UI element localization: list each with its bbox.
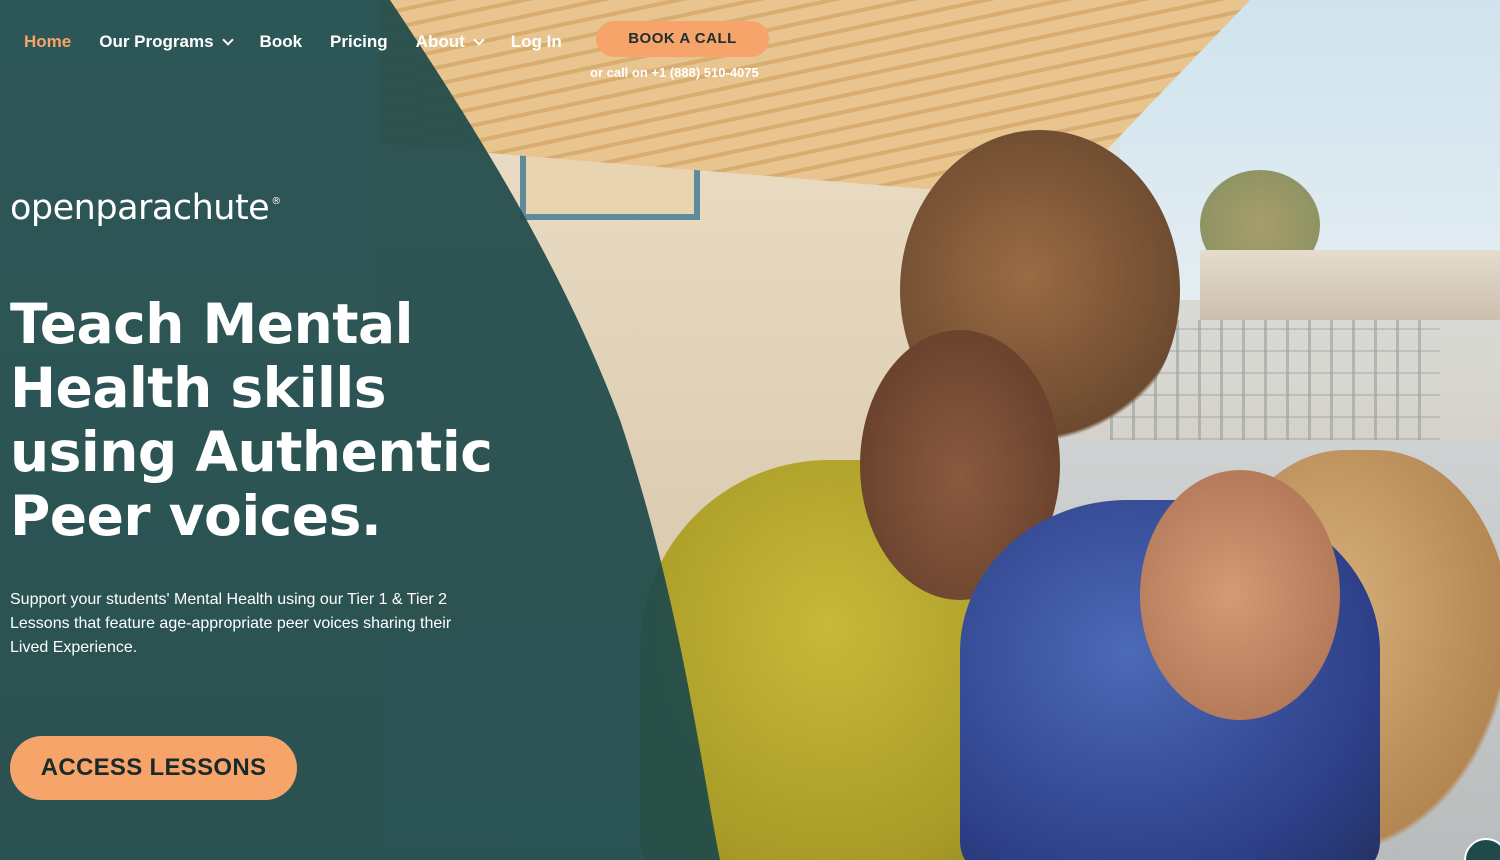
nav-home-label: Home — [24, 32, 72, 51]
nav-pricing[interactable]: Pricing — [330, 32, 388, 52]
nav-pricing-label: Pricing — [330, 32, 388, 51]
hero-headline: Teach Mental Health skills using Authent… — [10, 292, 530, 548]
nav-our-programs-label: Our Programs — [99, 32, 214, 51]
photo-houses — [1200, 250, 1500, 320]
headline-line-2: Health skills — [10, 356, 387, 420]
nav-home[interactable]: Home — [24, 32, 71, 52]
nav-book[interactable]: Book — [260, 32, 303, 52]
chevron-down-icon — [473, 34, 485, 46]
hero-subtext: Support your students' Mental Health usi… — [10, 591, 452, 656]
nav-book-label: Book — [259, 32, 303, 51]
headline-line-3: using Authentic — [10, 420, 493, 484]
registered-mark: ® — [271, 196, 281, 207]
headline-line-1: Teach Mental — [10, 292, 413, 356]
nav-log-in-label: Log In — [510, 32, 562, 51]
openparachute-logo[interactable]: openparachute ® — [10, 188, 281, 228]
headline-line-4: Peer voices. — [10, 484, 382, 548]
access-lessons-button[interactable]: ACCESS LESSONS — [10, 736, 297, 800]
nav-log-in[interactable]: Log In — [511, 32, 562, 52]
logo-text: openparachute — [10, 188, 270, 228]
nav-about[interactable]: About — [415, 32, 485, 52]
photo-face-right — [1140, 470, 1340, 720]
chevron-down-icon — [221, 34, 234, 46]
nav-our-programs[interactable]: Our Programs — [99, 32, 234, 52]
main-nav: Home Our Programs Book Pricing About Log… — [24, 22, 590, 62]
phone-callout[interactable]: or call on +1 (888) 510-4075 — [590, 65, 770, 80]
book-call-group: BOOK A CALL or call on +1 (888) 510-4075 — [590, 21, 770, 80]
book-call-button[interactable]: BOOK A CALL — [596, 21, 769, 57]
nav-about-label: About — [415, 32, 465, 51]
